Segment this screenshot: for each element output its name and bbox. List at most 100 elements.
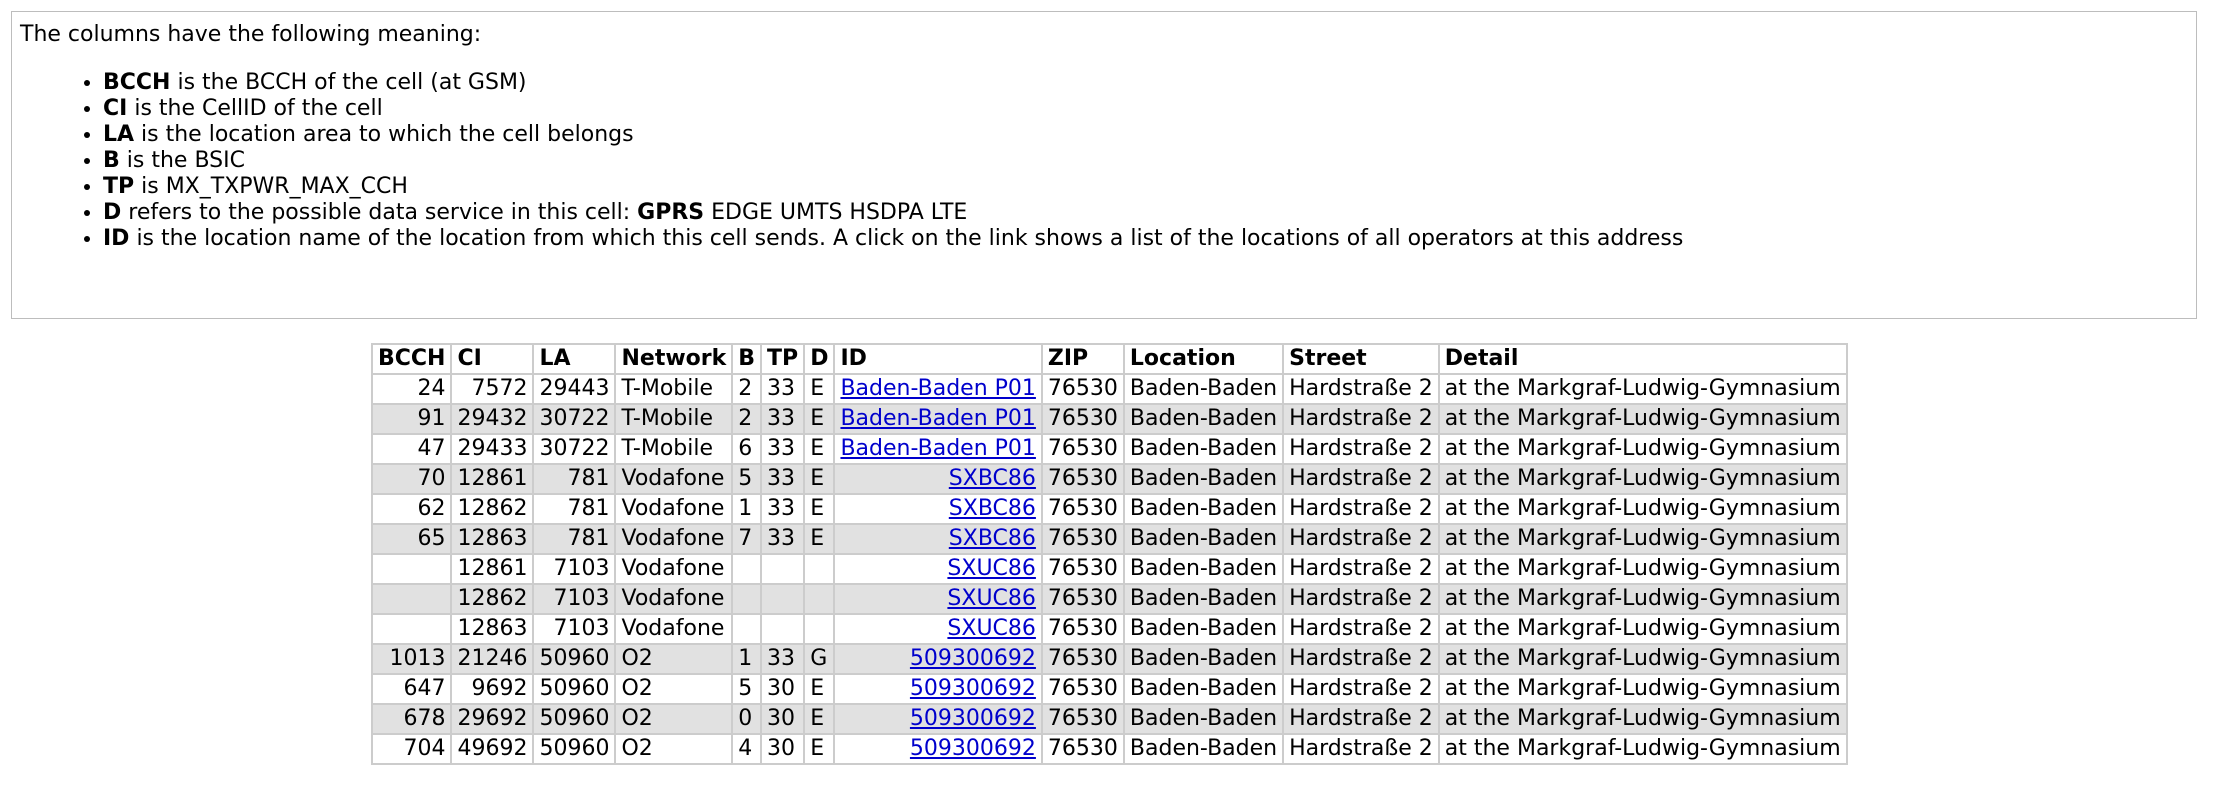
cell-la: 50960 [532,703,617,735]
cell-ci: 7572 [450,373,535,405]
cell-ci: 29432 [450,403,535,435]
cell-tp: 33 [760,403,806,435]
cell-zip: 76530 [1040,493,1125,525]
location-id-link[interactable]: SXUC86 [947,616,1036,641]
legend-key: TP [103,174,135,199]
header-location: Location [1122,343,1285,375]
cell-data-service: E [803,733,836,765]
cell-network: Vodafone [614,493,734,525]
cell-street: Hardstraße 2 [1282,433,1440,465]
table-row: 12862 7103 Vodafone SXUC86 76530 Baden-Baden H… [370,583,1848,615]
cell-id: Baden-Baden P01 [833,403,1043,435]
cell-network: T-Mobile [614,433,734,465]
cell-detail: at the Markgraf-Ludwig-Gymnasium [1437,703,1848,735]
cell-la: 50960 [532,643,617,675]
cell-id: 509300692 [833,703,1043,735]
location-id-link[interactable]: Baden-Baden P01 [840,406,1035,431]
location-id-link[interactable]: 509300692 [910,676,1036,701]
location-id-link[interactable]: 509300692 [910,736,1036,761]
legend-box: The columns have the following meaning: … [11,11,2197,319]
cell-zip: 76530 [1040,673,1125,705]
cell-la: 781 [532,493,617,525]
cell-location: Baden-Baden [1122,643,1285,675]
cell-ci: 12862 [450,583,535,615]
cell-data-service: E [803,673,836,705]
cell-id: 509300692 [833,733,1043,765]
location-id-link[interactable]: SXUC86 [947,586,1036,611]
legend-text: is the BCCH of the cell (at GSM) [170,70,527,95]
cell-tp: 33 [760,463,806,495]
cell-id: 509300692 [833,643,1043,675]
header-detail: Detail [1437,343,1848,375]
location-id-link[interactable]: SXBC86 [949,466,1036,491]
cell-network: O2 [614,673,734,705]
cell-ci: 12863 [450,613,535,645]
cell-bcch: 704 [370,733,453,765]
table-row: 70 12861 781 Vodafone 5 33 E SXBC86 76530 Baden-B… [370,463,1848,495]
location-id-link[interactable]: 509300692 [910,706,1036,731]
cell-detail: at the Markgraf-Ludwig-Gymnasium [1437,523,1848,555]
header-bcch: BCCH [370,343,453,375]
location-id-link[interactable]: SXBC86 [949,526,1036,551]
cell-street: Hardstraße 2 [1282,583,1440,615]
cell-id: SXBC86 [833,523,1043,555]
cell-detail: at the Markgraf-Ludwig-Gymnasium [1437,583,1848,615]
cell-data-service [803,583,836,615]
header-ci: CI [450,343,535,375]
cell-ci: 9692 [450,673,535,705]
cell-zip: 76530 [1040,643,1125,675]
table-row: 647 9692 50960 O2 5 30 E 509300692 76530 Baden-Ba… [370,673,1848,705]
cell-bcch: 1013 [370,643,453,675]
cell-bcch [370,583,453,615]
cell-la: 50960 [532,733,617,765]
cell-bcch: 678 [370,703,453,735]
cell-bsic: 4 [731,733,763,765]
cell-zip: 76530 [1040,403,1125,435]
location-id-link[interactable]: SXBC86 [949,496,1036,521]
legend-item-ci: CI is the CellID of the cell [103,96,2188,122]
cell-location: Baden-Baden [1122,403,1285,435]
cell-zip: 76530 [1040,433,1125,465]
cell-data-service: E [803,373,836,405]
cell-location: Baden-Baden [1122,553,1285,585]
cell-bsic [731,553,763,585]
cell-data-service: E [803,463,836,495]
cell-data-service: E [803,703,836,735]
legend-key: B [103,148,120,173]
cell-la: 781 [532,523,617,555]
location-id-link[interactable]: Baden-Baden P01 [840,436,1035,461]
cell-bcch: 65 [370,523,453,555]
legend-bold-suffix: GPRS [637,200,705,225]
cell-bsic [731,613,763,645]
cell-location: Baden-Baden [1122,373,1285,405]
cell-id: SXUC86 [833,613,1043,645]
cell-zip: 76530 [1040,583,1125,615]
location-id-link[interactable]: Baden-Baden P01 [840,376,1035,401]
legend-intro: The columns have the following meaning: [20,22,482,47]
cell-network: T-Mobile [614,403,734,435]
table-row: 24 7572 29443 T-Mobile 2 33 E Baden-Baden P01 76… [370,373,1848,405]
cell-bsic: 2 [731,373,763,405]
legend-key: D [103,200,122,225]
table-header-row: BCCH CI LA Network B TP D ID ZIP Locatio… [370,343,1848,375]
cell-bcch: 62 [370,493,453,525]
table-body: 24 7572 29443 T-Mobile 2 33 E Baden-Baden P01 76… [370,373,1848,765]
cell-network: Vodafone [614,613,734,645]
legend-text: is the CellID of the cell [127,96,383,121]
cell-detail: at the Markgraf-Ludwig-Gymnasium [1437,403,1848,435]
header-street: Street [1282,343,1440,375]
cell-zip: 76530 [1040,373,1125,405]
cell-network: O2 [614,703,734,735]
cell-ci: 12861 [450,463,535,495]
location-id-link[interactable]: 509300692 [910,646,1036,671]
cell-data-service [803,613,836,645]
cell-detail: at the Markgraf-Ludwig-Gymnasium [1437,643,1848,675]
cell-la: 7103 [532,553,617,585]
location-id-link[interactable]: SXUC86 [947,556,1036,581]
header-la: LA [532,343,617,375]
cell-data-service [803,553,836,585]
cell-ci: 49692 [450,733,535,765]
table-row: 91 29432 30722 T-Mobile 2 33 E Baden-Baden P01 7… [370,403,1848,435]
cell-data-service: E [803,403,836,435]
cell-bcch [370,553,453,585]
